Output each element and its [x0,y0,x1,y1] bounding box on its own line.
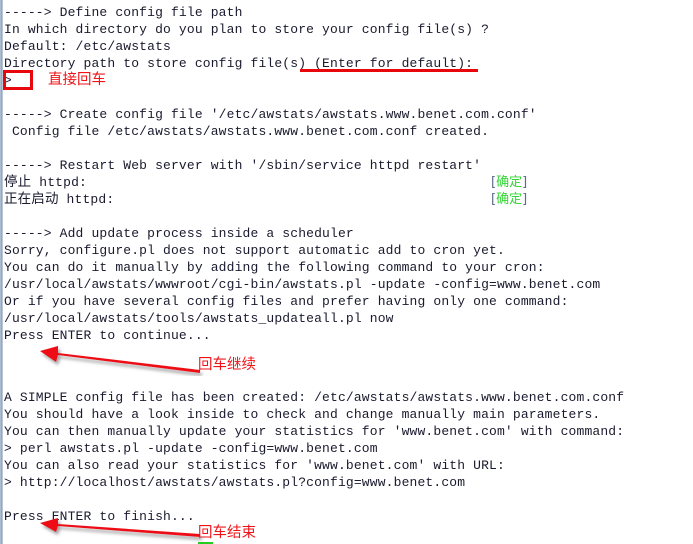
terminal-line-command: > perl awstats.pl -update -config=www.be… [4,441,378,456]
annotation-note-enter-finish: 回车结束 [198,524,257,544]
terminal-line: You can then manually update your statis… [4,424,625,439]
service-start-status: [确定] [491,191,527,208]
terminal-output-area[interactable]: -----> Define config file path In which … [4,0,693,544]
service-stop-status: [确定] [491,174,527,191]
terminal-line: Sorry, configure.pl does not support aut… [4,243,505,258]
service-start-name: httpd: [58,192,115,207]
terminal-line: You should have a look inside to check a… [4,407,601,422]
annotation-arrow-finish [40,518,200,537]
terminal-screenshot: -----> Define config file path In which … [0,0,693,544]
service-stop-name: httpd: [31,175,87,190]
terminal-line: -----> Create config file '/etc/awstats/… [4,107,537,122]
terminal-line: In which directory do you plan to store … [4,22,490,37]
annotation-note-direct-enter: 直接回车 [48,72,106,88]
terminal-line: -----> Add update process inside a sched… [4,226,354,241]
terminal-line: -----> Define config file path [4,5,243,20]
service-stop-line: 停止 httpd: [4,174,87,191]
status-badge: 确定 [496,175,523,190]
status-badge: 确定 [496,192,523,207]
terminal-line: You can do it manually by adding the fol… [4,260,545,275]
service-start-line: 正在启动 httpd: [4,191,114,208]
bracket-close: ] [522,175,528,190]
bracket-close: ] [522,192,528,207]
terminal-line-command: /usr/local/awstats/wwwroot/cgi-bin/awsta… [4,277,601,292]
annotation-note-enter-continue: 回车继续 [198,357,256,373]
terminal-line: You can also read your statistics for 'w… [4,458,505,473]
terminal-line-command: /usr/local/awstats/tools/awstats_updatea… [4,311,394,326]
terminal-line: A SIMPLE config file has been created: /… [4,390,625,405]
service-stop-label: 停止 [4,174,32,190]
terminal-line: Default: /etc/awstats [4,39,171,54]
terminal-line: -----> Restart Web server with '/sbin/se… [4,158,482,173]
annotation-note-rest: 车结束 [212,525,257,541]
terminal-line: Or if you have several config files and … [4,294,569,309]
terminal-line-url: > http://localhost/awstats/awstats.pl?co… [4,475,466,490]
annotation-arrow-continue [40,346,200,373]
service-start-label: 正在启动 [4,191,59,207]
terminal-line: Config file /etc/awstats/awstats.www.ben… [4,124,490,139]
enter-for-default-underline [300,69,478,72]
prompt-highlight-box [3,70,33,90]
